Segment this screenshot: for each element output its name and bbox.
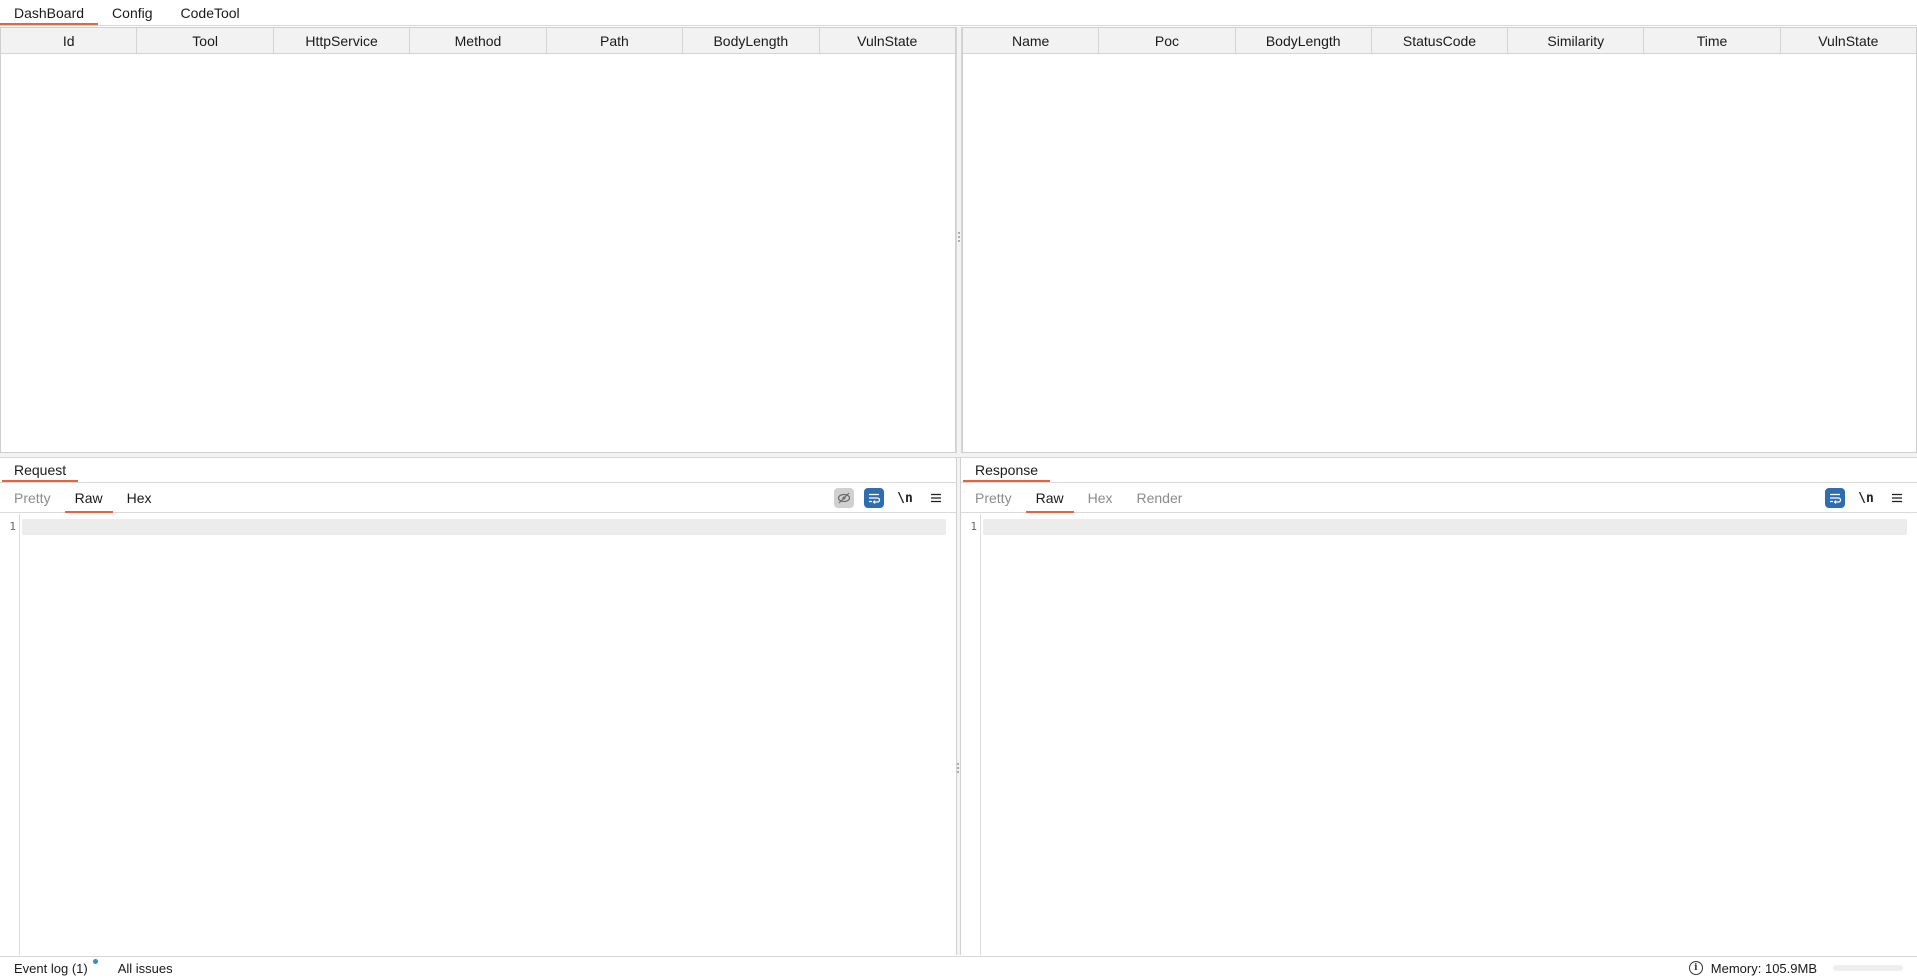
column-header-statuscode[interactable]: StatusCode xyxy=(1372,28,1509,53)
response-title-row: Response xyxy=(961,458,1917,483)
eye-off-icon[interactable] xyxy=(834,488,854,508)
column-header-id[interactable]: Id xyxy=(1,28,138,53)
request-tab-hex[interactable]: Hex xyxy=(115,483,164,512)
wrap-lines-icon[interactable] xyxy=(1825,488,1845,508)
request-tab[interactable]: Request xyxy=(2,458,79,482)
event-log-label: Event log (1) xyxy=(14,960,88,976)
hamburger-menu-icon[interactable] xyxy=(1887,488,1907,508)
column-header-httpservice[interactable]: HttpService xyxy=(274,28,411,53)
newline-toggle-button[interactable]: \n xyxy=(894,488,916,508)
scan-task-table[interactable]: Id Tool HttpService Method Path BodyLeng… xyxy=(0,27,956,453)
tab-config[interactable]: Config xyxy=(98,0,166,25)
column-header-similarity[interactable]: Similarity xyxy=(1508,28,1645,53)
current-line-highlight xyxy=(22,519,946,535)
memory-label: Memory: 105.9MB xyxy=(1710,960,1817,976)
request-title-row: Request xyxy=(0,458,956,483)
splitter-grip-icon xyxy=(957,763,959,773)
poc-result-table[interactable]: Name Poc BodyLength StatusCode Similarit… xyxy=(962,27,1917,453)
line-number: 1 xyxy=(9,520,16,533)
tab-codetool[interactable]: CodeTool xyxy=(167,0,254,25)
response-toolbar: \n xyxy=(1825,483,1907,513)
request-pane: Request Pretty Raw Hex \n 1 xyxy=(0,458,957,955)
notification-dot xyxy=(92,958,98,964)
column-header-time[interactable]: Time xyxy=(1644,28,1781,53)
column-header-bodylength[interactable]: BodyLength xyxy=(1236,28,1372,53)
response-editor[interactable]: 1 xyxy=(961,514,1917,955)
request-editor[interactable]: 1 xyxy=(0,514,956,955)
memory-bar xyxy=(1833,965,1903,971)
column-header-bodylength[interactable]: BodyLength xyxy=(683,28,820,53)
info-icon[interactable]: i xyxy=(1688,961,1703,975)
column-header-poc[interactable]: Poc xyxy=(1099,28,1236,53)
current-line-highlight xyxy=(983,519,1907,535)
request-tab-raw[interactable]: Raw xyxy=(63,483,115,513)
request-line-gutter: 1 xyxy=(0,514,20,955)
request-view-tabs: Pretty Raw Hex \n xyxy=(0,483,956,513)
column-header-path[interactable]: Path xyxy=(547,28,684,53)
event-log-button[interactable]: Event log (1) xyxy=(0,958,104,976)
response-line-gutter: 1 xyxy=(961,514,981,955)
column-header-method[interactable]: Method xyxy=(410,28,547,53)
splitter-grip-icon xyxy=(958,232,960,242)
response-view-tabs: Pretty Raw Hex Render \n xyxy=(961,483,1917,513)
response-tab-render[interactable]: Render xyxy=(1125,483,1195,512)
all-issues-label: All issues xyxy=(117,960,173,976)
response-tab-raw[interactable]: Raw xyxy=(1024,483,1076,513)
response-tab[interactable]: Response xyxy=(963,458,1051,482)
column-header-name[interactable]: Name xyxy=(963,28,1100,53)
column-header-vulnstate[interactable]: VulnState xyxy=(1781,28,1916,53)
column-header-vulnstate[interactable]: VulnState xyxy=(820,28,955,53)
line-number: 1 xyxy=(970,520,977,533)
scan-task-table-header: Id Tool HttpService Method Path BodyLeng… xyxy=(1,28,955,54)
memory-indicator: i Memory: 105.9MB xyxy=(1688,960,1917,976)
poc-result-table-header: Name Poc BodyLength StatusCode Similarit… xyxy=(963,28,1916,54)
response-pane: Response Pretty Raw Hex Render \n 1 xyxy=(960,458,1917,955)
request-tab-pretty[interactable]: Pretty xyxy=(2,483,63,512)
hamburger-menu-icon[interactable] xyxy=(926,488,946,508)
request-toolbar: \n xyxy=(834,483,946,513)
column-header-tool[interactable]: Tool xyxy=(137,28,274,53)
all-issues-button[interactable]: All issues xyxy=(104,961,187,976)
wrap-lines-icon[interactable] xyxy=(864,488,884,508)
newline-toggle-button[interactable]: \n xyxy=(1855,488,1877,508)
response-tab-pretty[interactable]: Pretty xyxy=(963,483,1024,512)
status-bar: Event log (1) All issues i Memory: 105.9… xyxy=(0,956,1917,979)
main-tab-bar: DashBoard Config CodeTool xyxy=(0,0,1917,26)
response-tab-hex[interactable]: Hex xyxy=(1076,483,1125,512)
tab-dashboard[interactable]: DashBoard xyxy=(0,0,99,25)
